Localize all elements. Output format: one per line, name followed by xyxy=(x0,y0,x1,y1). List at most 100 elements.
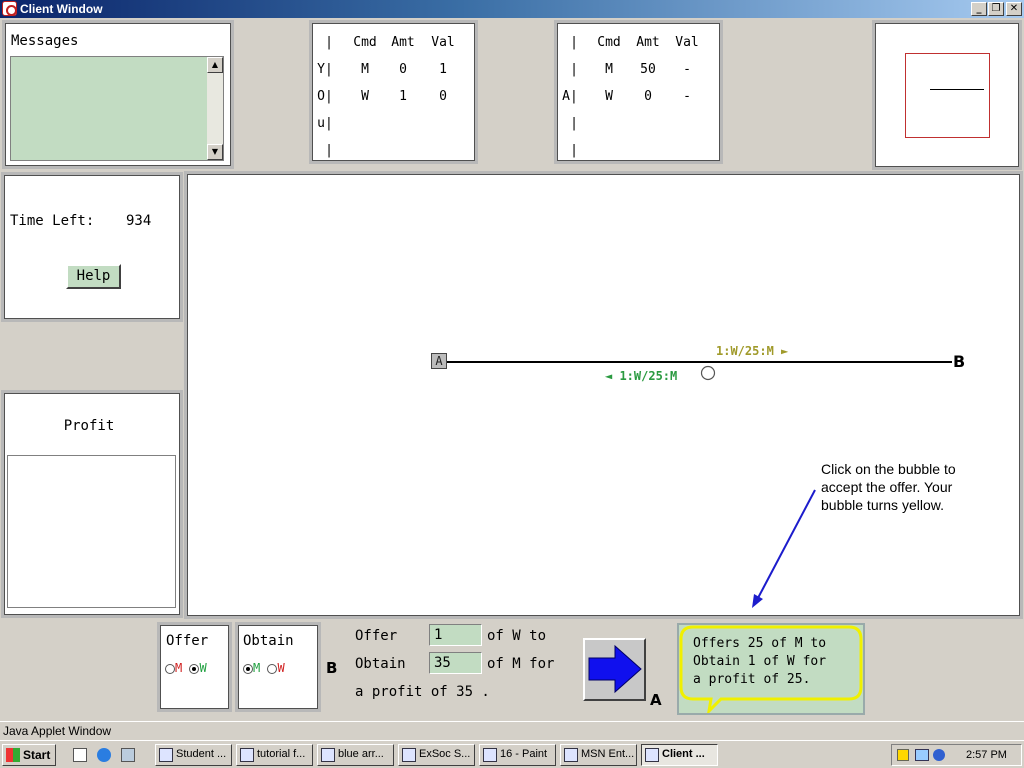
mini-map-link xyxy=(930,89,984,90)
obtain-w-radio[interactable] xyxy=(267,663,278,674)
scroll-up-icon[interactable]: ▲ xyxy=(207,57,223,73)
taskbar-item-msn[interactable]: MSN Ent... xyxy=(560,744,637,766)
volume-icon[interactable] xyxy=(897,749,909,761)
offer-bubble[interactable] xyxy=(700,365,716,381)
system-tray: 2:57 PM xyxy=(891,744,1022,766)
table-cell: - xyxy=(683,89,691,104)
obtain-amount-input[interactable]: 35 xyxy=(429,652,482,674)
send-arrow-icon xyxy=(588,644,642,694)
table-cell: M xyxy=(605,62,613,77)
time-left-label: Time Left: xyxy=(10,213,95,229)
table-header: Amt xyxy=(636,35,660,50)
app-icon xyxy=(2,1,17,16)
tutorial-line: bubble turns yellow. xyxy=(821,497,944,513)
ie-window-icon xyxy=(402,748,416,762)
node-a[interactable]: A xyxy=(431,353,447,369)
clock[interactable]: 2:57 PM xyxy=(966,749,1007,761)
a-side-label: | xyxy=(570,62,578,77)
bubble-line: Offers 25 of M to xyxy=(693,636,827,651)
send-offer-button[interactable] xyxy=(583,638,646,701)
table-header: Val xyxy=(431,35,455,50)
start-label: Start xyxy=(23,748,51,762)
table-cell: 1 xyxy=(399,89,407,104)
your-commands-table: Y| O| u| | | Cmd Amt Val M 0 1 W 1 0 xyxy=(309,20,478,164)
bubble-line: Obtain 1 of W for xyxy=(693,654,827,669)
taskbar-item-student[interactable]: Student ... xyxy=(155,744,232,766)
obtain-w-label: W xyxy=(277,661,285,675)
a-side-label: A| xyxy=(562,89,578,104)
mini-map-viewport xyxy=(905,53,990,138)
title-bar[interactable]: Client Window _ ❐ ✕ xyxy=(0,0,1024,18)
table-header: Cmd xyxy=(597,35,621,50)
offer-good-box: Offer M W xyxy=(157,622,232,712)
offer-amount-input[interactable]: 1 xyxy=(429,624,482,646)
help-button[interactable]: Help xyxy=(66,264,121,289)
paint-icon xyxy=(483,748,497,762)
a-side-label: | xyxy=(570,35,578,50)
network-tray-icon[interactable] xyxy=(915,749,929,761)
scroll-down-icon[interactable]: ▼ xyxy=(207,144,223,160)
taskbar-item-client[interactable]: Client ... xyxy=(641,744,718,766)
table-cell: 0 xyxy=(644,89,652,104)
network-icon[interactable] xyxy=(121,748,135,762)
profit-summary: a profit of 35 . xyxy=(355,684,490,700)
table-cell: 1 xyxy=(439,62,447,77)
a-side-label: | xyxy=(570,116,578,131)
taskbar-item-blue-arrow[interactable]: blue arr... xyxy=(317,744,394,766)
table-header: Cmd xyxy=(353,35,377,50)
offer-box-label: Offer xyxy=(166,633,209,649)
obtain-m-label: M xyxy=(253,661,261,675)
word-document-icon xyxy=(321,748,335,762)
you-side-label: O| xyxy=(317,89,333,104)
obtain-label: Obtain xyxy=(355,656,406,672)
minimize-button[interactable]: _ xyxy=(971,2,987,16)
tutorial-note: Click on the bubble to accept the offer.… xyxy=(821,460,956,514)
table-cell: 0 xyxy=(439,89,447,104)
profit-area xyxy=(7,455,176,608)
node-b[interactable]: B xyxy=(953,352,965,371)
tutorial-arrow xyxy=(757,489,816,599)
internet-explorer-icon[interactable] xyxy=(97,748,111,762)
table-cell: 0 xyxy=(399,62,407,77)
messages-scrollbar[interactable]: ▲ ▼ xyxy=(207,57,223,160)
table-header: Val xyxy=(675,35,699,50)
opponent-a-commands-table: | | A| | | Cmd Amt Val M 50 - W 0 - xyxy=(554,20,723,164)
obtain-box-label: Obtain xyxy=(243,633,294,649)
profit-label: Profit xyxy=(63,418,115,434)
show-desktop-icon[interactable] xyxy=(73,748,87,762)
word-document-icon xyxy=(240,748,254,762)
trading-canvas[interactable]: A B 1:W/25:M ► ◄ 1:W/25:M Click on the b… xyxy=(184,171,1023,619)
taskbar-item-tutorial[interactable]: tutorial f... xyxy=(236,744,313,766)
offer-suffix: of W to xyxy=(487,628,547,644)
taskbar-item-paint[interactable]: 16 - Paint xyxy=(479,744,556,766)
mini-map xyxy=(872,20,1022,170)
taskbar: Start Student ... tutorial f... blue arr… xyxy=(0,740,1024,768)
tutorial-line: accept the offer. Your xyxy=(821,479,953,495)
java-applet-icon xyxy=(645,748,659,762)
table-cell: - xyxy=(683,62,691,77)
time-left-value: 934 xyxy=(126,213,152,229)
messages-area[interactable]: ▲ ▼ xyxy=(10,56,224,161)
offer-m-radio[interactable] xyxy=(165,663,175,674)
obtain-suffix: of M for xyxy=(487,656,555,672)
applet-status-bar: Java Applet Window xyxy=(0,721,1024,740)
taskbar-item-exsoc[interactable]: ExSoc S... xyxy=(398,744,475,766)
ie-window-icon xyxy=(564,748,578,762)
a-side-label: | xyxy=(570,143,578,158)
bubble-line: a profit of 25. xyxy=(693,672,811,687)
messenger-icon[interactable] xyxy=(933,749,945,761)
time-panel: Time Left: 934 Help xyxy=(1,172,183,322)
table-header: Amt xyxy=(391,35,415,50)
messages-panel: Messages ▲ ▼ xyxy=(2,20,234,169)
you-side-label: u| xyxy=(317,116,333,131)
table-cell: 50 xyxy=(640,62,656,77)
offer-w-radio[interactable] xyxy=(189,663,200,674)
windows-logo-icon xyxy=(6,748,20,762)
close-button[interactable]: ✕ xyxy=(1006,2,1022,16)
window-title: Client Window xyxy=(20,2,103,16)
start-button[interactable]: Start xyxy=(2,744,56,766)
incoming-offer-label: 1:W/25:M ► xyxy=(716,344,789,358)
you-side-label: | xyxy=(325,143,333,158)
obtain-m-radio[interactable] xyxy=(243,663,253,674)
restore-button[interactable]: ❐ xyxy=(988,2,1004,16)
